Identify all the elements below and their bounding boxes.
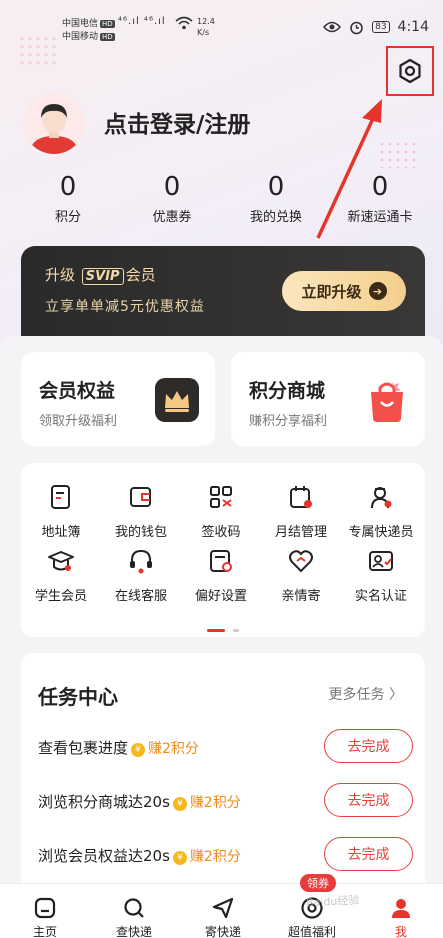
services-grid: 地址簿 我的钱包 签收码 月结管理 专属快递员 学生会员 在线客服 偏好设置 亲… (21, 463, 425, 637)
nav-me[interactable]: 我 (361, 896, 441, 938)
heart-link-icon (289, 550, 313, 573)
avatar[interactable] (23, 92, 85, 154)
svip-banner[interactable]: 升级 SVIP 会员 立享单单减5元优惠权益 立即升级 ➔ (21, 246, 425, 346)
nav-send[interactable]: 寄快递 (183, 896, 263, 938)
arrow-right-icon: ➔ (368, 282, 387, 300)
grid-item-real-name[interactable]: 实名认证 (341, 547, 421, 604)
crown-icon (155, 378, 199, 422)
stat-exchanges[interactable]: 0 我的兑换 (221, 170, 331, 225)
page-dot (233, 629, 240, 632)
headset-icon (130, 549, 152, 574)
task-row: 查看包裹进度 ¥ 赚2积分 去完成 (38, 729, 413, 765)
nav-track[interactable]: 查快递 (94, 896, 174, 938)
stat-express-card[interactable]: 0 新速运通卡 (325, 170, 435, 225)
bottom-nav: 主页 查快递 寄快递 超值福利 我 (0, 883, 443, 938)
more-tasks-link[interactable]: 更多任务 〉 (329, 684, 403, 704)
svip-title: 升级 SVIP 会员 (45, 266, 156, 285)
qr-code-icon (210, 486, 232, 508)
svip-description: 立享单单减5元优惠权益 (45, 299, 205, 315)
chevron-right-icon: 〉 (389, 687, 403, 703)
complete-task-button[interactable]: 去完成 (324, 783, 413, 817)
points-mall-card[interactable]: 积分商城 赚积分享福利 (231, 352, 425, 446)
coin-icon: ¥ (172, 851, 187, 865)
stats-row: 0 积分 0 优惠券 0 我的兑换 0 新速运通卡 (0, 170, 443, 230)
grid-item-preferences[interactable]: 偏好设置 (181, 547, 261, 604)
grid-item-courier[interactable]: 专属快递员 (341, 483, 421, 540)
page-indicator (207, 620, 240, 639)
courier-icon (371, 487, 392, 509)
coin-icon: ¥ (172, 797, 187, 811)
task-center: 任务中心 更多任务 〉 查看包裹进度 ¥ 赚2积分 去完成 浏览积分商城达20s ¥ 赚… (21, 653, 425, 898)
send-icon (212, 897, 234, 919)
address-book-icon (51, 485, 70, 509)
watermark: Baidu经验 (305, 893, 360, 910)
search-icon (124, 898, 144, 918)
avatar-icon (23, 92, 85, 154)
profile-icon (392, 899, 410, 918)
complete-task-button[interactable]: 去完成 (324, 837, 413, 871)
shopping-bag-icon (371, 380, 403, 422)
complete-task-button[interactable]: 去完成 (324, 729, 413, 763)
grid-item-monthly[interactable]: 月结管理 (261, 483, 341, 540)
grid-item-address-book[interactable]: 地址簿 (21, 483, 101, 540)
grid-item-student[interactable]: 学生会员 (21, 547, 101, 604)
stat-coupons[interactable]: 0 优惠券 (117, 170, 227, 225)
upgrade-button[interactable]: 立即升级 ➔ (282, 271, 406, 311)
wallet-icon (130, 487, 151, 507)
login-register-link[interactable]: 点击登录/注册 (104, 105, 250, 139)
coin-icon: ¥ (131, 743, 146, 757)
grid-item-customer-service[interactable]: 在线客服 (101, 547, 181, 604)
nav-home[interactable]: 主页 (5, 896, 85, 938)
svip-badge: SVIP (81, 268, 124, 285)
grid-item-family-send[interactable]: 亲情寄 (261, 547, 341, 604)
task-center-title: 任务中心 (38, 685, 118, 709)
grid-item-wallet[interactable]: 我的钱包 (101, 483, 181, 540)
grid-item-qr-code[interactable]: 签收码 (181, 483, 261, 540)
stat-points[interactable]: 0 积分 (13, 170, 123, 225)
calendar-icon (290, 486, 312, 508)
id-card-icon (369, 551, 393, 571)
preference-icon (210, 550, 232, 572)
task-row: 浏览积分商城达20s ¥ 赚2积分 去完成 (38, 783, 413, 819)
member-benefits-card[interactable]: 会员权益 领取升级福利 (21, 352, 215, 446)
graduation-cap-icon (48, 551, 74, 571)
home-icon (34, 897, 56, 919)
task-row: 浏览会员权益达20s ¥ 赚2积分 去完成 (38, 837, 413, 873)
coupon-badge: 领券 (300, 874, 336, 892)
page-dot-active (207, 629, 225, 632)
